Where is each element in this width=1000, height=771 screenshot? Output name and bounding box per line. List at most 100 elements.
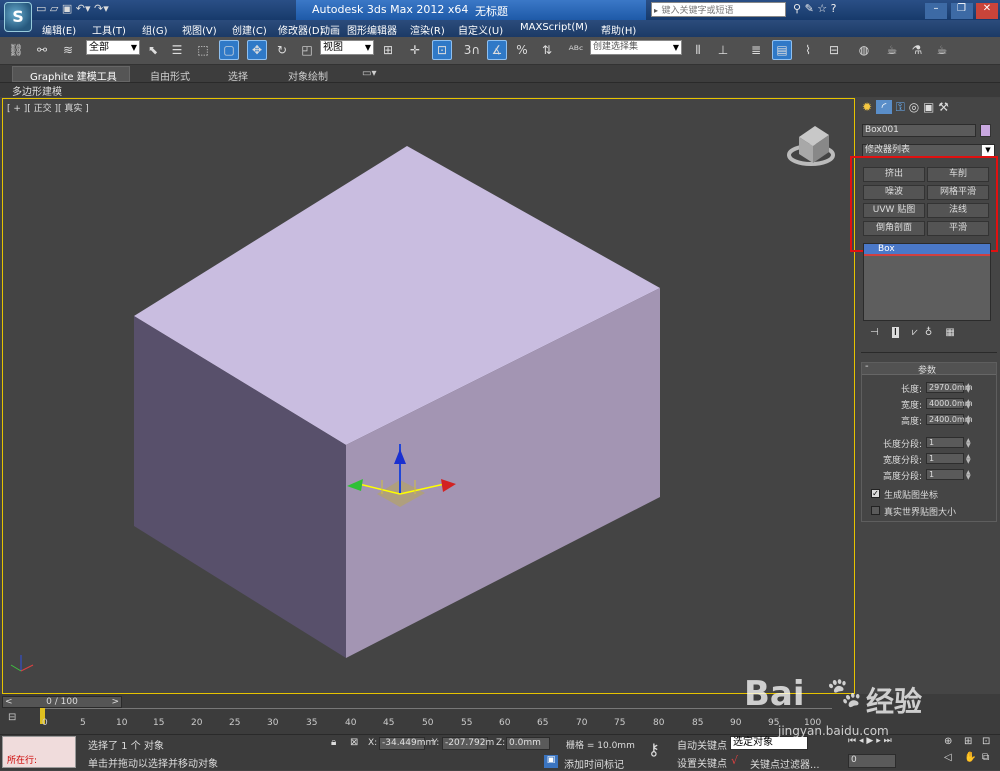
object-color-swatch[interactable] — [980, 124, 991, 137]
star-icon[interactable]: ☆ — [817, 2, 827, 15]
tab-selection[interactable]: 选择 — [228, 68, 248, 83]
height-spinner-icon[interactable]: ▲ ▼ — [966, 415, 972, 426]
length-segs-spinner-icon[interactable]: ▲ ▼ — [966, 438, 972, 449]
auto-key-button[interactable]: 自动关键点 — [677, 737, 727, 752]
material-editor-icon[interactable]: ◍ — [854, 40, 874, 60]
noise-button[interactable]: 噪波 — [863, 185, 925, 200]
tab-object-paint[interactable]: 对象绘制 — [288, 68, 328, 83]
y-coordinate-field[interactable]: -207.792m — [442, 737, 494, 750]
render-setup-icon[interactable]: ☕ — [882, 40, 902, 60]
restore-icon[interactable]: ❐ — [950, 3, 973, 19]
lock-selection-icon[interactable]: 🔒︎ — [331, 737, 336, 748]
menu-graph-editors[interactable]: 图形编辑器 — [347, 22, 397, 37]
menu-help[interactable]: 帮助(H) — [601, 22, 636, 37]
undo-icon[interactable]: ↶▾ — [76, 2, 91, 15]
pivot-center-icon[interactable]: ⊞ — [378, 40, 398, 60]
selection-filter-dropdown[interactable]: 全部 ▼ — [86, 40, 140, 55]
display-tab-icon[interactable]: ▣ — [923, 100, 934, 114]
width-segs-input[interactable]: 1 — [926, 453, 964, 464]
curve-editor-icon[interactable]: ⌇ — [798, 40, 818, 60]
object-name-field[interactable]: Box001 — [862, 124, 976, 137]
new-file-icon[interactable]: ▭ — [36, 2, 46, 15]
set-key-button[interactable]: 设置关键点 — [677, 755, 727, 770]
schematic-view-icon[interactable]: ⊟ — [824, 40, 844, 60]
meshsmooth-button[interactable]: 网格平滑 — [927, 185, 989, 200]
manipulate-icon[interactable]: ✛ — [405, 40, 425, 60]
render-production-icon[interactable]: ☕ — [932, 40, 952, 60]
keyboard-shortcut-override-icon[interactable]: ⊡ — [432, 40, 452, 60]
real-world-checkbox[interactable] — [871, 506, 880, 515]
edit-named-selection-icon[interactable]: ᴬᴮᶜ — [566, 40, 586, 60]
make-unique-icon[interactable]: ⩗ — [912, 327, 918, 338]
modifier-stack[interactable]: Box — [863, 243, 991, 321]
gen-mapping-checkbox[interactable]: ✓ — [871, 489, 880, 498]
remove-modifier-icon[interactable]: ♁ — [925, 327, 932, 338]
width-input[interactable]: 4000.0mm — [926, 398, 973, 409]
width-spinner-icon[interactable]: ▲ ▼ — [966, 399, 972, 410]
current-frame-field[interactable]: 0 — [848, 754, 896, 768]
save-icon[interactable]: ▣ — [62, 2, 72, 15]
rendered-frame-icon[interactable]: ⚗ — [907, 40, 927, 60]
select-object-icon[interactable]: ⬉ — [143, 40, 163, 60]
normal-button[interactable]: 法线 — [927, 203, 989, 218]
height-input[interactable]: 2400.0mm — [926, 414, 973, 425]
link-icon[interactable]: ⛓ — [6, 40, 26, 60]
snaps-toggle-icon[interactable]: 3∩ — [462, 40, 482, 60]
angle-snap-icon[interactable]: ∡ — [487, 40, 507, 60]
redo-icon[interactable]: ↷▾ — [94, 2, 109, 15]
menu-customize[interactable]: 自定义(U) — [458, 22, 503, 37]
reference-coord-dropdown[interactable]: 视图 ▼ — [320, 40, 374, 55]
utilities-tab-icon[interactable]: ⚒ — [938, 100, 949, 114]
key-icon[interactable]: ⚷ — [648, 740, 660, 759]
zoom-extents-icon[interactable]: ⊡ — [982, 736, 990, 747]
open-file-icon[interactable]: ▱ — [50, 2, 58, 15]
pin-stack-icon[interactable]: ⊣ — [870, 327, 879, 338]
rollout-header[interactable]: - 参数 — [862, 361, 996, 376]
length-input[interactable]: 2970.0mm — [926, 382, 973, 393]
tab-freeform[interactable]: 自由形式 — [150, 68, 190, 83]
maxscript-listener[interactable]: 所在行: — [2, 736, 76, 768]
named-selection-dropdown[interactable]: 创建选择集 ▼ — [590, 40, 682, 55]
select-and-move-icon[interactable]: ✥ — [247, 40, 267, 60]
bevel-profile-button[interactable]: 倒角剖面 — [863, 221, 925, 236]
tools-icon[interactable]: ✎ — [805, 2, 814, 15]
motion-tab-icon[interactable]: ◎ — [909, 100, 919, 114]
length-segs-input[interactable]: 1 — [926, 437, 964, 448]
layer-manager-icon[interactable]: ≣ — [746, 40, 766, 60]
perspective-viewport[interactable]: [ + ][ 正交 ][ 真实 ] — [2, 98, 855, 694]
z-coordinate-field[interactable]: 0.0mm — [506, 737, 550, 750]
time-tag-icon[interactable]: ▣ — [544, 755, 558, 768]
help-icon[interactable]: ? — [831, 2, 837, 15]
search-input[interactable]: ▸ 键入关键字或短语 — [651, 2, 786, 17]
key-filters-button[interactable]: 关键点过滤器... — [750, 756, 820, 771]
maximize-viewport-icon[interactable]: ⧉ — [982, 752, 989, 763]
x-coordinate-field[interactable]: -34.449mm — [379, 737, 434, 750]
window-crossing-icon[interactable]: ▢ — [219, 40, 239, 60]
align-icon[interactable]: ⊥ — [713, 40, 733, 60]
menu-modifiers[interactable]: 修改器(D) — [278, 22, 324, 37]
spinner-snap-icon[interactable]: ⇅ — [537, 40, 557, 60]
box-object[interactable] — [3, 99, 856, 695]
create-tab-icon[interactable]: ✹ — [862, 100, 872, 114]
minimize-icon[interactable]: – — [925, 3, 947, 19]
modify-tab-icon[interactable]: ◜ — [875, 100, 892, 114]
percent-snap-icon[interactable]: % — [512, 40, 532, 60]
select-and-scale-icon[interactable]: ◰ — [297, 40, 317, 60]
menu-rendering[interactable]: 渲染(R) — [410, 22, 445, 37]
extrude-button[interactable]: 挤出 — [863, 167, 925, 182]
ribbon-options-icon[interactable]: ▭▾ — [362, 68, 376, 79]
pan-icon[interactable]: ✋ — [964, 752, 976, 763]
lathe-button[interactable]: 车削 — [927, 167, 989, 182]
absolute-mode-icon[interactable]: ⊠ — [350, 737, 358, 748]
tab-graphite-modeling[interactable]: Graphite 建模工具 — [30, 68, 117, 83]
bind-space-warp-icon[interactable]: ≋ — [58, 40, 78, 60]
menu-maxscript[interactable]: MAXScript(M) — [520, 22, 588, 33]
field-of-view-icon[interactable]: ◁ — [944, 752, 952, 763]
unlink-icon[interactable]: ⚯ — [32, 40, 52, 60]
configure-sets-icon[interactable]: ▦ — [945, 327, 954, 338]
polygon-modeling-label[interactable]: 多边形建模 — [12, 83, 62, 98]
binoculars-icon[interactable]: ⚲ — [793, 2, 801, 15]
stack-item-box[interactable]: Box — [864, 244, 990, 256]
app-logo-icon[interactable]: S — [4, 2, 32, 32]
smooth-button[interactable]: 平滑 — [927, 221, 989, 236]
